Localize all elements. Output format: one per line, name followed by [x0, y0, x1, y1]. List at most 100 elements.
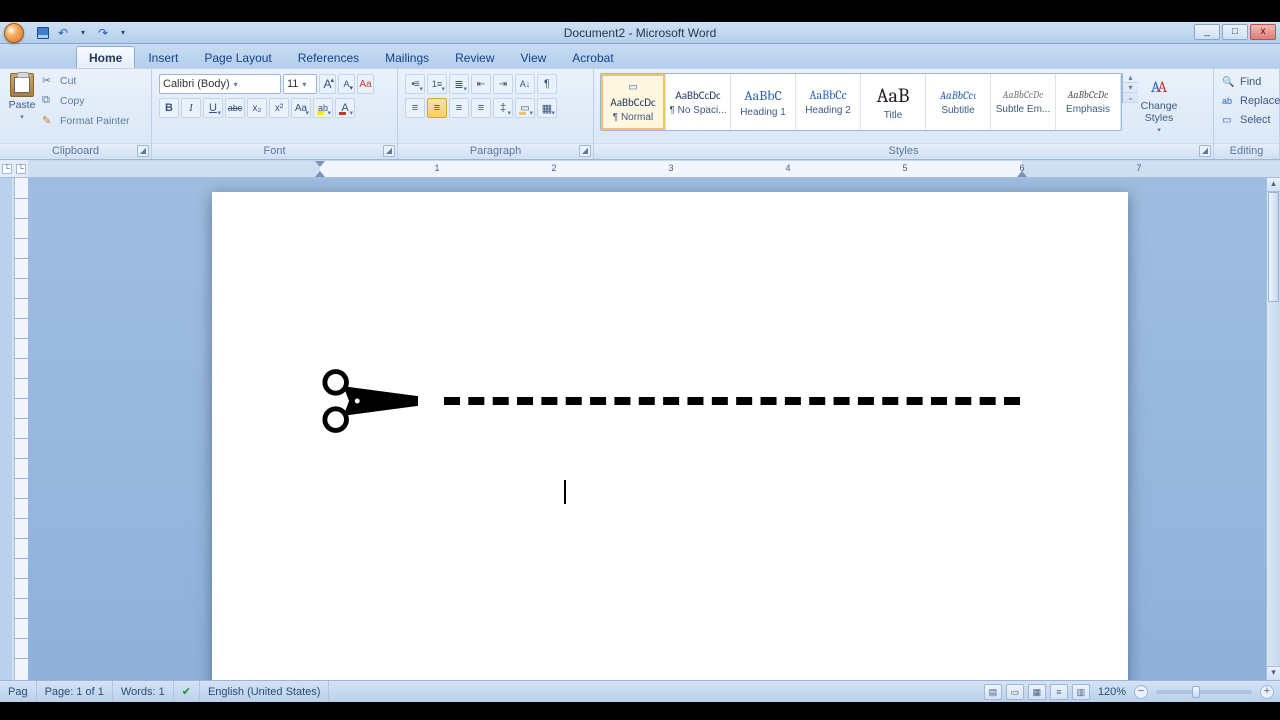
tab-mailings[interactable]: Mailings [372, 46, 442, 68]
italic-button[interactable] [181, 98, 201, 118]
change-case-button[interactable]: ▾ [291, 98, 311, 118]
borders-button[interactable]: ▾ [537, 98, 557, 118]
superscript-button[interactable] [269, 98, 289, 118]
zoom-in-button[interactable]: + [1260, 685, 1274, 699]
tab-references[interactable]: References [285, 46, 372, 68]
status-words[interactable]: Words: 1 [113, 681, 174, 702]
qat-customize[interactable] [114, 24, 132, 42]
zoom-out-button[interactable]: − [1134, 685, 1148, 699]
style-swatch[interactable]: AaBbCcDcEmphasis [1056, 74, 1121, 130]
letterbox-top [0, 0, 1280, 22]
grow-font-button[interactable] [319, 74, 336, 94]
find-button[interactable]: Find [1222, 73, 1261, 91]
vertical-scrollbar[interactable]: ▴ ▾ [1266, 178, 1280, 680]
view-web-layout[interactable]: ▦ [1028, 684, 1046, 700]
undo-button[interactable] [54, 24, 72, 42]
style-swatch[interactable]: AaBbCcιSubtitle [926, 74, 991, 130]
status-page[interactable]: Page: 1 of 1 [37, 681, 113, 702]
clipboard-launcher[interactable]: ◢ [137, 145, 149, 157]
style-swatch[interactable]: AaBTitle [861, 74, 926, 130]
scroll-up-icon[interactable]: ▴ [1267, 178, 1280, 192]
decrease-indent-button[interactable] [471, 74, 491, 94]
maximize-button[interactable]: □ [1222, 24, 1248, 40]
style-swatch[interactable]: AaBbCcDc¶ Normal [601, 74, 666, 130]
style-swatch[interactable]: AaBbCcDc¶ No Spaci... [666, 74, 731, 130]
style-swatch[interactable]: AaBbCcHeading 2 [796, 74, 861, 130]
view-draft[interactable]: ▥ [1072, 684, 1090, 700]
subscript-button[interactable] [247, 98, 267, 118]
gallery-down-icon[interactable]: ▾ [1123, 83, 1138, 93]
font-size-combo[interactable]: 11▾ [283, 74, 317, 94]
paste-button[interactable]: Paste ▾ [4, 71, 40, 121]
gallery-up-icon[interactable]: ▴ [1123, 73, 1138, 83]
multilevel-button[interactable]: ▾ [449, 74, 469, 94]
bold-button[interactable] [159, 98, 179, 118]
align-right-button[interactable] [449, 98, 469, 118]
close-button[interactable]: x [1250, 24, 1276, 40]
change-styles-label: Change Styles [1141, 100, 1178, 124]
status-pag[interactable]: Pag [0, 681, 37, 702]
tab-view[interactable]: View [508, 46, 560, 68]
replace-button[interactable]: Replace [1222, 92, 1280, 110]
tab-page-layout[interactable]: Page Layout [191, 46, 284, 68]
highlight-button[interactable]: ▾ [313, 98, 333, 118]
font-launcher[interactable]: ◢ [383, 145, 395, 157]
align-left-button[interactable] [405, 98, 425, 118]
scroll-down-icon[interactable]: ▾ [1267, 666, 1280, 680]
shading-button[interactable]: ▾ [515, 98, 535, 118]
styles-gallery[interactable]: AaBbCcDc¶ NormalAaBbCcDc¶ No Spaci...AaB… [600, 73, 1122, 131]
save-button[interactable] [34, 24, 52, 42]
zoom-slider[interactable] [1156, 690, 1252, 694]
change-styles-button[interactable]: AA Change Styles ▾ [1138, 73, 1180, 134]
underline-button[interactable]: ▾ [203, 98, 223, 118]
redo-button[interactable] [94, 24, 112, 42]
copy-button[interactable]: Copy [42, 92, 129, 110]
strike-button[interactable] [225, 98, 245, 118]
increase-indent-button[interactable] [493, 74, 513, 94]
styles-launcher[interactable]: ◢ [1199, 145, 1211, 157]
status-proofing[interactable]: ✔ [174, 681, 200, 702]
document-area[interactable] [28, 178, 1266, 680]
select-button[interactable]: Select [1222, 111, 1271, 129]
bullets-button[interactable]: ▾ [405, 74, 425, 94]
align-center-button[interactable] [427, 98, 447, 118]
undo-dropdown[interactable] [74, 24, 92, 42]
hanging-indent-marker[interactable] [315, 171, 325, 177]
status-language[interactable]: English (United States) [200, 681, 330, 702]
group-paragraph: ▾ ▾ ▾ ▾ ▾ ▾ Paragraph◢ [398, 69, 594, 159]
find-label: Find [1240, 76, 1261, 88]
view-outline[interactable]: ≡ [1050, 684, 1068, 700]
tab-review[interactable]: Review [442, 46, 507, 68]
show-marks-button[interactable] [537, 74, 557, 94]
zoom-knob[interactable] [1192, 686, 1200, 698]
format-painter-button[interactable]: Format Painter [42, 112, 129, 130]
view-print-layout[interactable]: ▤ [984, 684, 1002, 700]
cut-button[interactable]: Cut [42, 72, 129, 90]
gallery-more-icon[interactable]: ⌄ [1123, 93, 1138, 103]
tab-insert[interactable]: Insert [135, 46, 191, 68]
horizontal-ruler[interactable]: 1234567 [28, 160, 1280, 178]
zoom-value[interactable]: 120% [1098, 686, 1126, 698]
scroll-thumb[interactable] [1268, 192, 1279, 302]
font-name-combo[interactable]: Calibri (Body)▾ [159, 74, 281, 94]
justify-button[interactable] [471, 98, 491, 118]
view-full-screen[interactable]: ▭ [1006, 684, 1024, 700]
text-cursor [564, 480, 566, 504]
style-swatch[interactable]: AaBbCcDcSubtle Em... [991, 74, 1056, 130]
tab-home[interactable]: Home [76, 46, 135, 68]
minimize-button[interactable]: _ [1194, 24, 1220, 40]
font-color-button[interactable]: ▾ [335, 98, 355, 118]
style-swatch[interactable]: AaBbCHeading 1 [731, 74, 796, 130]
office-button[interactable] [4, 23, 24, 43]
first-line-indent-marker[interactable] [315, 161, 325, 167]
vertical-ruler[interactable]: └└ [0, 160, 28, 680]
paragraph-launcher[interactable]: ◢ [579, 145, 591, 157]
clear-format-button[interactable] [357, 74, 374, 94]
tab-acrobat[interactable]: Acrobat [559, 46, 626, 68]
letterbox-bottom [0, 702, 1280, 720]
numbering-button[interactable]: ▾ [427, 74, 447, 94]
shrink-font-button[interactable] [338, 74, 355, 94]
line-spacing-button[interactable]: ▾ [493, 98, 513, 118]
styles-gallery-scroller[interactable]: ▴ ▾ ⌄ [1122, 73, 1138, 103]
sort-button[interactable] [515, 74, 535, 94]
